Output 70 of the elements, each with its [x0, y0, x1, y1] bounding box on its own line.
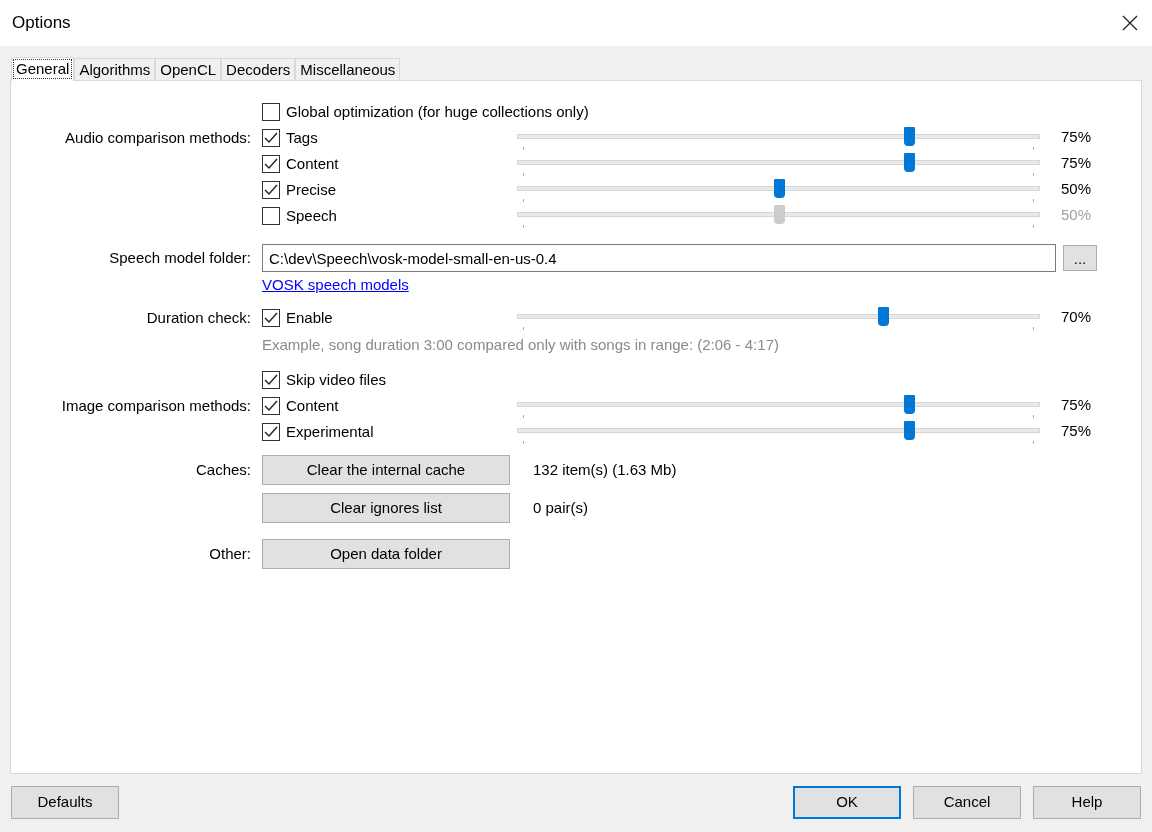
checkbox[interactable]	[262, 129, 280, 147]
checkbox-label: Skip video files	[286, 369, 387, 390]
checkbox-label: Content	[286, 153, 339, 174]
checkbox[interactable]	[262, 371, 280, 389]
slider-value: 50%	[1061, 205, 1092, 225]
checkbox[interactable]	[262, 397, 280, 415]
slider-thumb[interactable]	[903, 153, 915, 172]
action-button[interactable]: Clear ignores list	[262, 493, 510, 523]
link[interactable]: VOSK speech models	[262, 273, 409, 297]
checkbox[interactable]	[262, 103, 280, 121]
dialog-button[interactable]: Cancel	[913, 786, 1021, 819]
tab[interactable]: Miscellaneous	[295, 58, 401, 80]
checkmark-icon	[264, 400, 278, 412]
slider-value: 75%	[1061, 153, 1092, 173]
hint-text: Example, song duration 3:00 compared only with songs in range: (2:06 - 4:17)	[262, 334, 779, 355]
checkmark-icon	[264, 312, 278, 324]
option-label: Duration check:	[146, 307, 251, 328]
slider[interactable]	[517, 421, 1040, 443]
browse-button[interactable]: ...	[1063, 245, 1097, 271]
checkmark-icon	[264, 132, 278, 144]
slider-thumb[interactable]	[903, 421, 915, 440]
checkbox-label: Content	[286, 395, 339, 416]
action-button[interactable]: Open data folder	[262, 539, 510, 569]
checkbox-label: Tags	[286, 127, 318, 148]
slider-thumb[interactable]	[773, 179, 785, 198]
checkmark-icon	[264, 184, 278, 196]
checkbox-label: Enable	[286, 307, 333, 328]
info-text: 0 pair(s)	[533, 497, 588, 518]
checkbox-label: Experimental	[286, 421, 374, 442]
close-icon[interactable]	[1122, 15, 1138, 31]
option-label: Other:	[209, 543, 251, 564]
dialog-button[interactable]: OK	[793, 786, 901, 819]
option-label: Image comparison methods:	[61, 395, 251, 416]
option-label: Caches:	[195, 459, 251, 480]
slider-thumb[interactable]	[903, 395, 915, 414]
checkbox-label: Precise	[286, 179, 337, 200]
checkmark-icon	[264, 426, 278, 438]
checkmark-icon	[264, 158, 278, 170]
tab[interactable]: Decoders	[221, 58, 296, 80]
slider[interactable]	[517, 179, 1040, 201]
checkbox[interactable]	[262, 181, 280, 199]
checkbox-label: Speech	[286, 205, 337, 226]
dialog-button[interactable]: Defaults	[11, 786, 119, 819]
window-title: Options	[12, 12, 71, 35]
slider-thumb[interactable]	[877, 307, 889, 326]
slider-value: 75%	[1061, 127, 1092, 147]
slider-thumb[interactable]	[903, 127, 915, 146]
tab[interactable]: Algorithms	[74, 58, 156, 80]
info-text: 132 item(s) (1.63 Mb)	[533, 459, 677, 480]
checkbox-label: Global optimization (for huge collections only)	[286, 101, 589, 122]
tab[interactable]: General	[11, 57, 75, 81]
checkbox[interactable]	[262, 423, 280, 441]
slider[interactable]	[517, 395, 1040, 417]
slider[interactable]	[517, 127, 1040, 149]
slider[interactable]	[517, 153, 1040, 175]
checkmark-icon	[264, 374, 278, 386]
option-label: Audio comparison methods:	[65, 127, 251, 148]
slider-value: 50%	[1061, 179, 1092, 199]
checkbox[interactable]	[262, 309, 280, 327]
slider-value: 75%	[1061, 395, 1092, 415]
action-button[interactable]: Clear the internal cache	[262, 455, 510, 485]
tab[interactable]: OpenCL	[155, 58, 222, 80]
option-label: Speech model folder:	[109, 247, 251, 268]
slider-value: 70%	[1061, 307, 1092, 327]
slider-value: 75%	[1061, 421, 1092, 441]
checkbox[interactable]	[262, 155, 280, 173]
slider[interactable]	[517, 307, 1040, 329]
dialog-button[interactable]: Help	[1033, 786, 1141, 819]
folder-path-field[interactable]: C:\dev\Speech\vosk-model-small-en-us-0.4	[262, 244, 1056, 272]
slider[interactable]	[517, 205, 1040, 227]
